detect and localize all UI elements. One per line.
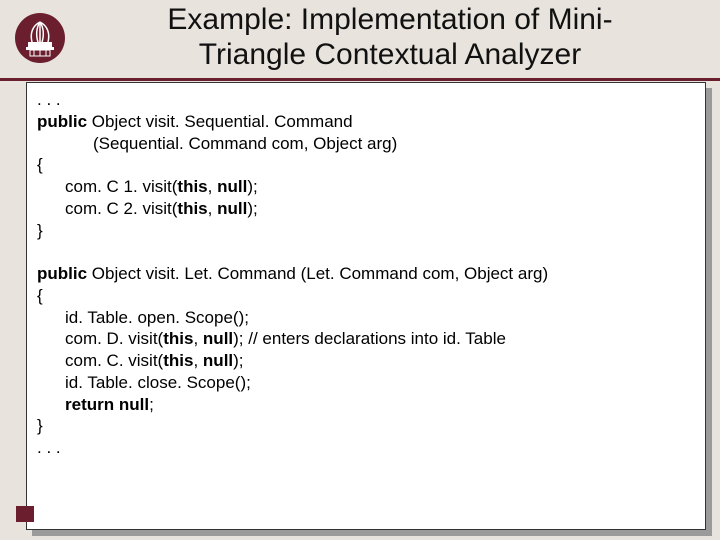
code-line: id. Table. close. Scope(); — [37, 372, 695, 394]
code-line: com. C 1. visit(this, null); — [37, 176, 695, 198]
slide: Example: Implementation of Mini- Triangl… — [0, 0, 720, 540]
code-line: id. Table. open. Scope(); — [37, 307, 695, 329]
code-line: com. D. visit(this, null); // enters dec… — [37, 328, 695, 350]
code-line: com. C. visit(this, null); — [37, 350, 695, 372]
code-line: . . . — [37, 438, 61, 457]
title-line-1: Example: Implementation of Mini- — [167, 3, 612, 36]
code-box: . . . public Object visit. Sequential. C… — [26, 82, 706, 530]
code-line: public Object visit. Let. Command (Let. … — [37, 264, 548, 283]
code-line: (Sequential. Command com, Object arg) — [37, 133, 695, 155]
code-line: com. C 2. visit(this, null); — [37, 198, 695, 220]
code-line: { — [37, 155, 43, 174]
code-line: } — [37, 221, 43, 240]
code-container: . . . public Object visit. Sequential. C… — [26, 82, 706, 530]
code-line: public Object visit. Sequential. Command — [37, 112, 353, 131]
code-line: return null; — [37, 394, 695, 416]
code-line: . . . — [37, 90, 61, 109]
code-line: { — [37, 286, 43, 305]
code-line: } — [37, 416, 43, 435]
slide-title: Example: Implementation of Mini- Triangl… — [80, 2, 700, 73]
title-bar: Example: Implementation of Mini- Triangl… — [0, 0, 720, 81]
university-logo — [14, 12, 66, 64]
footer-accent — [16, 506, 34, 522]
title-line-2: Triangle Contextual Analyzer — [199, 38, 581, 71]
